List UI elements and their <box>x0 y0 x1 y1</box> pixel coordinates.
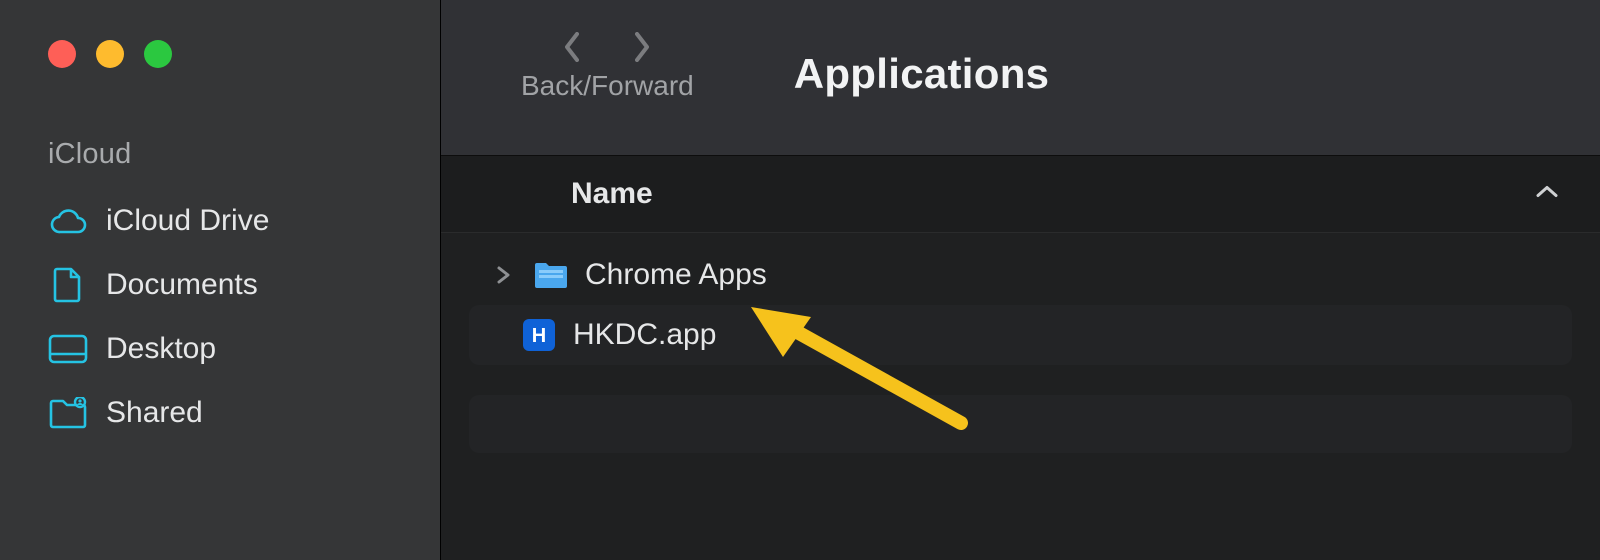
disclosure-triangle-icon[interactable] <box>489 265 517 285</box>
sidebar-item-label: Desktop <box>106 332 216 366</box>
sidebar-item-label: Documents <box>106 268 258 302</box>
nav-label: Back/Forward <box>521 70 694 102</box>
list-row-folder[interactable]: Chrome Apps <box>469 245 1572 305</box>
forward-button[interactable] <box>625 30 659 64</box>
nav-group: Back/Forward <box>521 0 694 102</box>
minimize-window-button[interactable] <box>96 40 124 68</box>
shared-folder-icon <box>48 393 88 433</box>
folder-icon <box>533 257 569 293</box>
file-name: HKDC.app <box>573 318 716 352</box>
column-header-name: Name <box>571 177 653 211</box>
empty-row <box>469 395 1572 453</box>
svg-text:H: H <box>532 325 546 347</box>
sort-indicator-icon <box>1534 184 1560 205</box>
list-row-app[interactable]: H HKDC.app <box>469 305 1572 365</box>
close-window-button[interactable] <box>48 40 76 68</box>
sidebar-section-label: iCloud <box>48 138 410 171</box>
sidebar-item-label: Shared <box>106 396 203 430</box>
column-header-row[interactable]: Name <box>441 155 1600 233</box>
sidebar-item-documents[interactable]: Documents <box>48 253 410 317</box>
finder-window: iCloud iCloud Drive Documents Desktop Sh… <box>0 0 1600 560</box>
back-button[interactable] <box>555 30 589 64</box>
main-pane: Back/Forward Applications Name Chrome Ap… <box>440 0 1600 560</box>
file-list: Chrome Apps H HKDC.app <box>441 233 1600 560</box>
sidebar: iCloud iCloud Drive Documents Desktop Sh… <box>0 0 440 560</box>
file-name: Chrome Apps <box>585 258 767 292</box>
window-traffic-lights <box>48 40 410 68</box>
window-title: Applications <box>794 50 1050 98</box>
sidebar-item-desktop[interactable]: Desktop <box>48 317 410 381</box>
cloud-icon <box>48 201 88 241</box>
toolbar: Back/Forward Applications <box>441 0 1600 155</box>
document-icon <box>48 265 88 305</box>
desktop-icon <box>48 329 88 369</box>
fullscreen-window-button[interactable] <box>144 40 172 68</box>
app-icon: H <box>521 317 557 353</box>
sidebar-item-icloud-drive[interactable]: iCloud Drive <box>48 189 410 253</box>
sidebar-item-shared[interactable]: Shared <box>48 381 410 445</box>
sidebar-item-label: iCloud Drive <box>106 204 269 238</box>
